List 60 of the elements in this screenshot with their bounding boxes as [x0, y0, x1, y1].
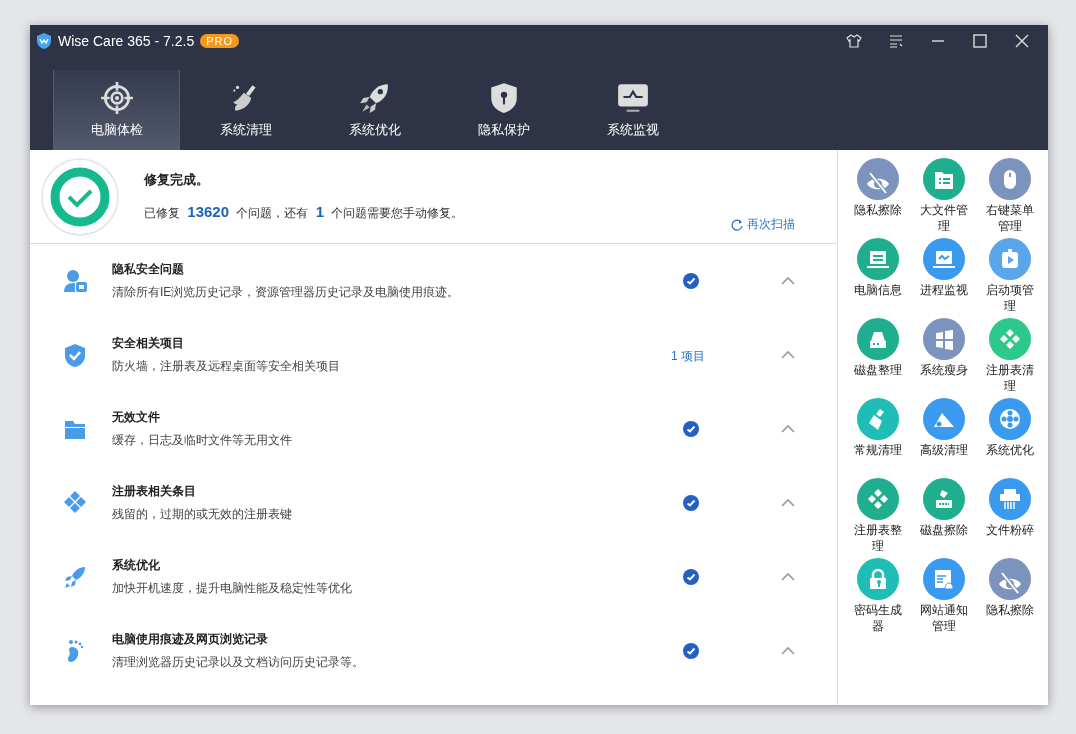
nav-tab[interactable]: 隐私保护	[440, 70, 567, 150]
chevron-up-icon[interactable]	[781, 276, 795, 286]
tool-button[interactable]: 系统优化	[977, 398, 1043, 458]
maximize-icon[interactable]	[972, 33, 988, 49]
category-description: 清除所有IE浏览历史记录，资源管理器历史记录及电脑使用痕迹。	[112, 284, 461, 301]
tool-button[interactable]: 文件粉碎	[977, 478, 1043, 538]
window-title: Wise Care 365 - 7.2.5	[58, 33, 195, 49]
category-title: 电脑使用痕迹及网页浏览记录	[112, 631, 269, 648]
tool-button[interactable]: 网站通知管理	[911, 558, 977, 634]
fix-summary: 已修复 13620 个问题，还有 1 个问题需要您手动修复。	[144, 203, 464, 222]
tool-button[interactable]: 电脑信息	[845, 238, 911, 298]
nav-tab[interactable]: 系统监视	[569, 70, 696, 150]
category-title: 系统优化	[112, 557, 161, 574]
category-title: 安全相关项目	[112, 335, 185, 352]
status-title: 修复完成。	[144, 171, 210, 189]
category-title: 隐私安全问题	[112, 261, 185, 278]
shirt-icon[interactable]	[846, 33, 862, 49]
category-description: 残留的，过期的或无效的注册表键	[112, 506, 293, 523]
success-check-icon	[40, 156, 120, 237]
category-title: 无效文件	[112, 409, 161, 426]
tool-button[interactable]: 隐私擦除	[977, 558, 1043, 618]
category-icon	[62, 490, 88, 516]
tool-button[interactable]: 密码生成器	[845, 558, 911, 634]
tool-button[interactable]: 常规清理	[845, 398, 911, 458]
refresh-icon	[730, 217, 744, 232]
category-description: 清理浏览器历史记录以及文档访问历史记录等。	[112, 654, 365, 671]
tool-button[interactable]: 系统瘦身	[911, 318, 977, 378]
tool-button[interactable]: 高级清理	[911, 398, 977, 458]
chevron-up-icon[interactable]	[781, 646, 795, 656]
chevron-up-icon[interactable]	[781, 572, 795, 582]
category-icon	[62, 342, 88, 368]
category-title: 注册表相关条目	[112, 483, 197, 500]
nav-tab[interactable]: 电脑体检	[53, 70, 180, 150]
category-icon	[62, 268, 88, 294]
tool-button[interactable]: 隐私擦除	[845, 158, 911, 218]
category-description: 加快开机速度，提升电脑性能及稳定性等优化	[112, 580, 353, 597]
tool-button[interactable]: 启动项管理	[977, 238, 1043, 314]
category-description: 防火墙，注册表及远程桌面等安全相关项目	[112, 358, 341, 375]
pro-badge: PRO	[200, 34, 239, 48]
tool-button[interactable]: 注册表整理	[845, 478, 911, 554]
chevron-up-icon[interactable]	[781, 424, 795, 434]
chevron-up-icon[interactable]	[781, 350, 795, 360]
target-icon	[99, 81, 134, 115]
category-icon	[62, 564, 88, 590]
shield-logo-icon	[36, 32, 52, 50]
rescan-link[interactable]: 再次扫描	[730, 216, 795, 233]
category-description: 缓存，日志及临时文件等无用文件	[112, 432, 293, 449]
tool-button[interactable]: 磁盘擦除	[911, 478, 977, 538]
chevron-up-icon[interactable]	[781, 498, 795, 508]
tool-button[interactable]: 注册表清理	[977, 318, 1043, 394]
menu-icon[interactable]	[888, 33, 904, 49]
close-icon[interactable]	[1014, 33, 1030, 49]
tool-button[interactable]: 右键菜单管理	[977, 158, 1043, 234]
issue-count: 1 项目	[671, 348, 705, 363]
monitor-icon	[615, 81, 650, 115]
tool-button[interactable]: 磁盘整理	[845, 318, 911, 378]
tool-button[interactable]: 进程监视	[911, 238, 977, 298]
nav-tab[interactable]: 系统优化	[311, 70, 438, 150]
tool-button[interactable]: 大文件管理	[911, 158, 977, 234]
nav-tab[interactable]: 系统清理	[182, 70, 309, 150]
